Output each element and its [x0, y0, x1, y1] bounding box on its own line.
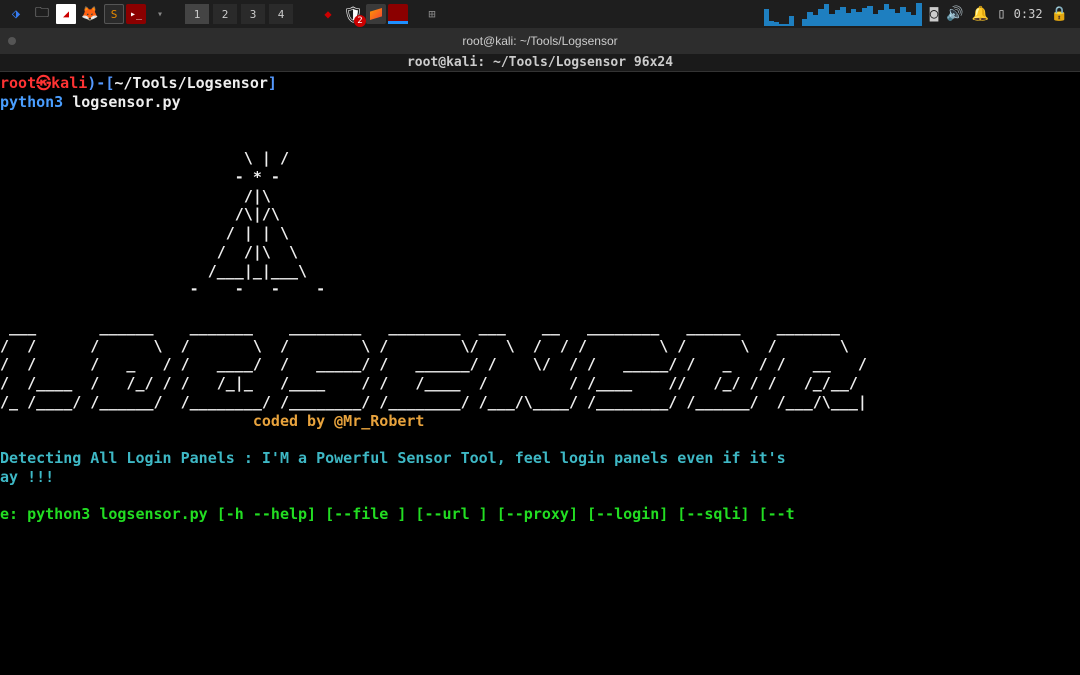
window-titlebar[interactable]: root@kali: ~/Tools/Logsensor: [0, 28, 1080, 54]
workspace-4[interactable]: 4: [269, 4, 293, 24]
clock[interactable]: 0:32: [1014, 7, 1043, 21]
sublime-icon[interactable]: [366, 4, 386, 24]
taskbar: ⬗ 🗀 ◢ 🦊 S ▸_ ▾ 1 2 3 4 ◆ 🛡 2 ⊞ ◙ 🔊 🔔 ▯ 0…: [0, 0, 1080, 28]
file-manager-icon[interactable]: 🗀: [30, 2, 54, 26]
terminal-icon[interactable]: ▸_: [126, 4, 146, 24]
workspace-3[interactable]: 3: [241, 4, 265, 24]
window-menu-icon[interactable]: [8, 37, 16, 45]
sublime-s-icon[interactable]: S: [104, 4, 124, 24]
window-list-icon[interactable]: ⊞: [420, 2, 444, 26]
detecting-line: Detecting All Login Panels : I'M a Power…: [0, 449, 795, 467]
prompt-sep1: )-[: [87, 74, 114, 92]
cherrytree-icon[interactable]: ◢: [56, 4, 76, 24]
volume-icon[interactable]: 🔊: [946, 6, 963, 22]
terminal-body[interactable]: root㉿kali)-[~/Tools/Logsensor] python3 l…: [0, 72, 1080, 526]
ascii-tree: \ | / - * - /|\ /\|/\ / | | \ / /|\ \ /_…: [0, 149, 325, 298]
terminal-dimensions: root@kali: ~/Tools/Logsensor 96x24: [407, 55, 673, 70]
battery-icon[interactable]: ▯: [997, 6, 1005, 22]
firefox-icon[interactable]: 🦊: [78, 2, 102, 26]
prompt-sep2: ]: [268, 74, 277, 92]
lock-icon[interactable]: 🔒: [1051, 6, 1068, 22]
prompt-user: root: [0, 74, 36, 92]
dropdown-icon[interactable]: ▾: [148, 2, 172, 26]
terminal-active-icon[interactable]: [388, 4, 408, 24]
usage-line: e: python3 logsensor.py [-h --help] [--f…: [0, 505, 795, 523]
notifications-icon[interactable]: 🔔: [972, 6, 989, 22]
terminal-dimensions-bar: root@kali: ~/Tools/Logsensor 96x24: [0, 54, 1080, 72]
badge-count: 2: [354, 15, 366, 27]
coded-by: coded by @Mr_Robert: [253, 412, 425, 430]
skull-icon: ㉿: [36, 74, 51, 92]
workspace-1[interactable]: 1: [185, 4, 209, 24]
prompt-path: ~/Tools/Logsensor: [114, 74, 268, 92]
cpu-graph-icon[interactable]: [802, 2, 922, 26]
prompt-host: kali: [51, 74, 87, 92]
shield-badge-icon[interactable]: 🛡 2: [342, 3, 364, 25]
window-title: root@kali: ~/Tools/Logsensor: [462, 34, 617, 48]
command-arg: logsensor.py: [72, 93, 180, 111]
ascii-logo: ___ ______ _______ ________ ________ ___…: [0, 318, 867, 411]
kali-menu-icon[interactable]: ⬗: [4, 2, 28, 26]
app-diamond-icon[interactable]: ◆: [316, 2, 340, 26]
workspace-2[interactable]: 2: [213, 4, 237, 24]
command-program: python3: [0, 93, 63, 111]
away-line: ay !!!: [0, 468, 54, 486]
cpu-graph-mini-icon[interactable]: [764, 2, 794, 26]
record-icon[interactable]: ◙: [930, 6, 938, 22]
